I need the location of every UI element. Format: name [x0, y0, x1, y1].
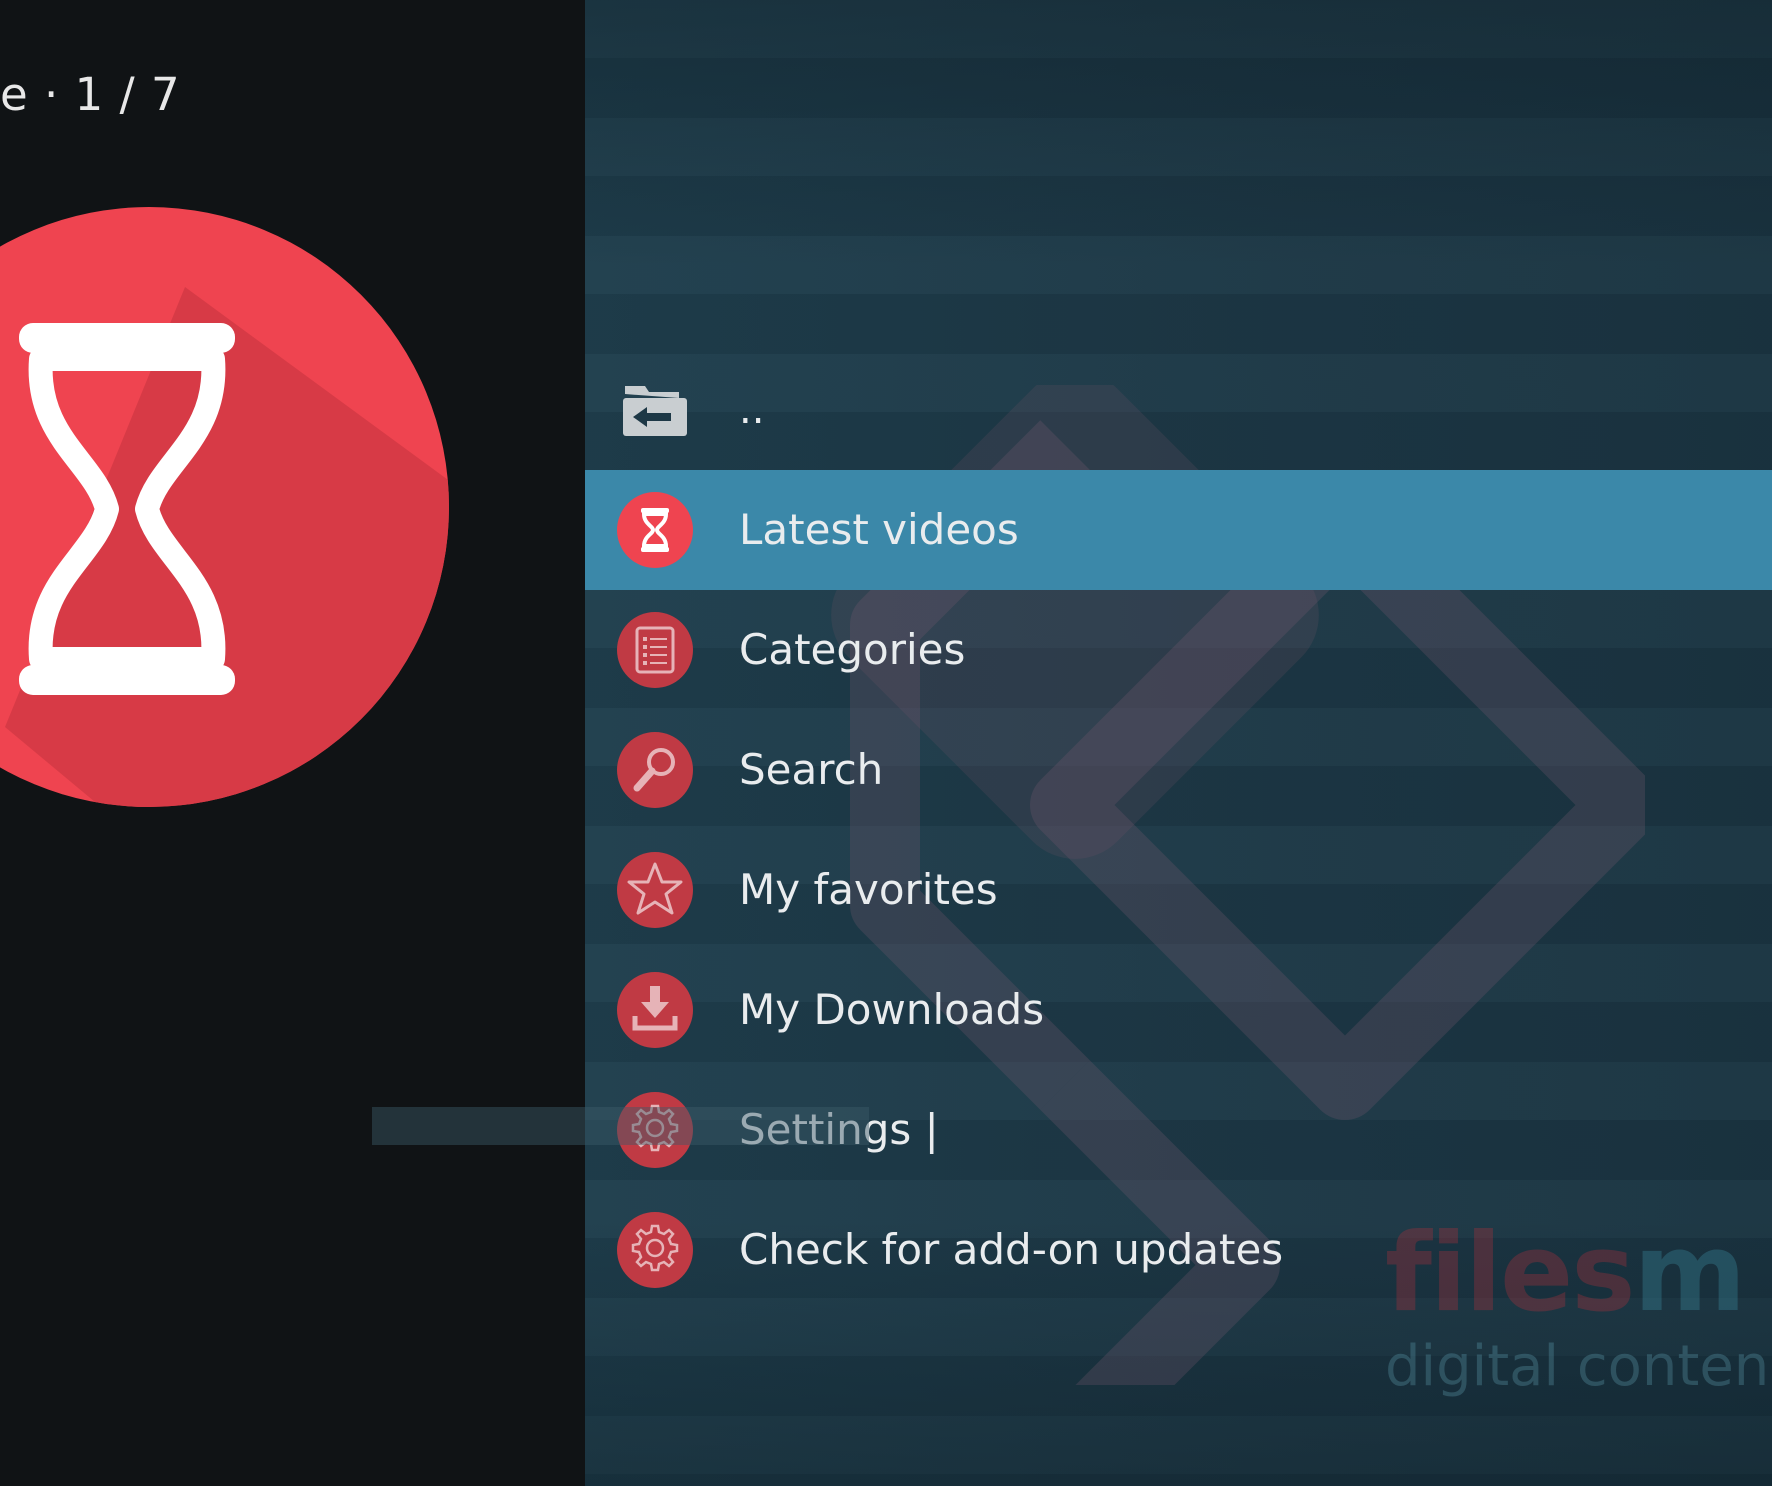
list-item-parent[interactable]: .. [585, 350, 1772, 470]
info-panel: e · 1 / 7 [0, 0, 585, 1486]
download-icon [617, 972, 693, 1048]
settings-value-field [372, 1107, 869, 1145]
list-item-label: .. [739, 387, 765, 433]
page-counter: e · 1 / 7 [0, 68, 181, 121]
list-panel: filesm digital conten .. Latest videos C… [585, 0, 1772, 1486]
list-item-label: Check for add-on updates [739, 1225, 1284, 1274]
menu-list: .. Latest videos Categories Search My fa… [585, 350, 1772, 1310]
list-item-latest-videos[interactable]: Latest videos [585, 470, 1772, 590]
hourglass-icon [617, 492, 693, 568]
list-item-label: Search [739, 745, 884, 794]
list-item-my-downloads[interactable]: My Downloads [585, 950, 1772, 1070]
folder-back-icon [623, 386, 687, 436]
list-item-my-favorites[interactable]: My favorites [585, 830, 1772, 950]
list-item-label: My favorites [739, 865, 998, 914]
list-item-label: Categories [739, 625, 966, 674]
hourglass-icon [0, 207, 449, 807]
gear-icon [617, 1212, 693, 1288]
list-icon [617, 612, 693, 688]
list-item-search[interactable]: Search [585, 710, 1772, 830]
watermark-subtitle: digital conten [1385, 1334, 1770, 1399]
list-item-label: Latest videos [739, 505, 1019, 554]
list-item-categories[interactable]: Categories [585, 590, 1772, 710]
list-item-check-updates[interactable]: Check for add-on updates [585, 1190, 1772, 1310]
star-icon [617, 852, 693, 928]
list-item-label: My Downloads [739, 985, 1045, 1034]
search-icon [617, 732, 693, 808]
